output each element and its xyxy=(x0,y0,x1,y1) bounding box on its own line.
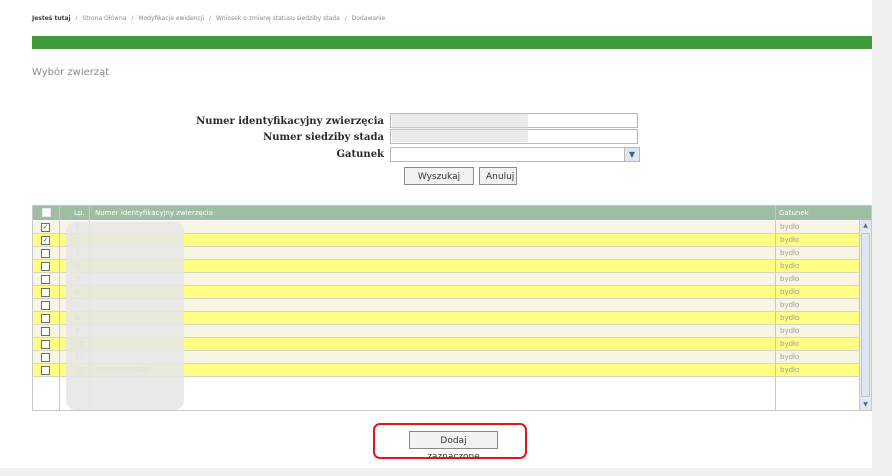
row-checkbox[interactable]: ✓ xyxy=(41,236,50,245)
animal-id-label: Numer identyfikacyjny zwierzęcia xyxy=(196,116,384,127)
highlight-callout xyxy=(373,423,527,459)
species-label: Gatunek xyxy=(336,149,384,160)
section-title: Wybór zwierząt xyxy=(32,67,110,78)
species-select[interactable]: ▼ xyxy=(390,147,640,162)
column-divider xyxy=(59,206,60,410)
row-checkbox[interactable] xyxy=(41,327,50,336)
search-button[interactable]: Wyszukaj xyxy=(404,167,474,185)
cancel-button[interactable]: Anuluj xyxy=(479,167,517,185)
breadcrumb-item[interactable]: Wniosek o zmianę statusu siedziby stada xyxy=(216,15,340,22)
header-animal-id: Numer identyfikacyjny zwierzęcia xyxy=(95,209,213,217)
scrollbar-thumb[interactable] xyxy=(861,233,870,397)
table-scrollbar[interactable]: ▲ ▼ xyxy=(859,220,871,410)
chevron-up-icon[interactable]: ▲ xyxy=(860,220,871,231)
window-edge xyxy=(872,0,892,476)
row-checkbox[interactable] xyxy=(41,275,50,284)
redacted-area xyxy=(66,222,184,410)
select-all-checkbox[interactable] xyxy=(42,208,51,217)
redacted-area xyxy=(392,114,528,142)
breadcrumb-separator: / xyxy=(75,15,78,22)
column-divider xyxy=(775,206,776,410)
row-checkbox[interactable] xyxy=(41,366,50,375)
row-checkbox[interactable] xyxy=(41,249,50,258)
header-lp: Lp. xyxy=(74,209,85,217)
row-checkbox[interactable] xyxy=(41,340,50,349)
row-checkbox[interactable] xyxy=(41,353,50,362)
window-edge xyxy=(0,468,892,476)
breadcrumb-item: Jesteś tutaj xyxy=(32,15,71,22)
page: Jesteś tutaj / Strona Główna / Modyfikac… xyxy=(0,0,892,476)
breadcrumb-separator: / xyxy=(344,15,347,22)
row-checkbox[interactable] xyxy=(41,314,50,323)
header-species: Gatunek xyxy=(779,209,809,217)
breadcrumb-item[interactable]: Modyfikacje ewidencji xyxy=(138,15,204,22)
table-header: Lp. Numer identyfikacyjny zwierzęcia Gat… xyxy=(33,206,871,220)
breadcrumb: Jesteś tutaj / Strona Główna / Modyfikac… xyxy=(32,15,385,27)
herd-id-label: Numer siedziby stada xyxy=(263,132,384,143)
chevron-down-icon[interactable]: ▼ xyxy=(624,148,639,161)
header-bar xyxy=(32,36,872,49)
row-checkbox[interactable]: ✓ xyxy=(41,223,50,232)
chevron-down-icon[interactable]: ▼ xyxy=(860,399,871,410)
breadcrumb-item[interactable]: Strona Główna xyxy=(82,15,126,22)
breadcrumb-item: Dodawanie xyxy=(351,15,386,22)
row-checkbox[interactable] xyxy=(41,301,50,310)
breadcrumb-separator: / xyxy=(209,15,212,22)
row-checkbox[interactable] xyxy=(41,288,50,297)
breadcrumb-separator: / xyxy=(131,15,134,22)
row-checkbox[interactable] xyxy=(41,262,50,271)
